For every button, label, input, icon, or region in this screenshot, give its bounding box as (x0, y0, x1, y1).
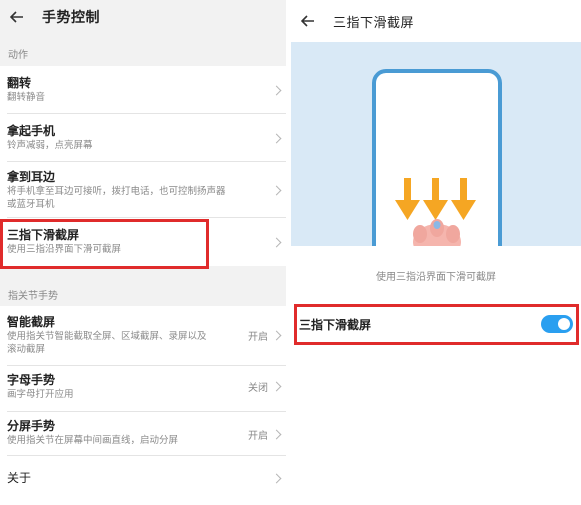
chevron-right-icon (271, 237, 282, 248)
back-arrow-icon[interactable] (301, 14, 315, 28)
description-text: 使用三指沿界面下滑可截屏 (376, 272, 496, 283)
item-title: 翻转 (7, 76, 32, 90)
chevron-right-icon (271, 473, 282, 484)
item-title: 拿起手机 (7, 124, 56, 138)
item-subtitle: 使用指关节在屏幕中间画直线，启动分屏 (7, 435, 179, 446)
item-title: 字母手势 (7, 373, 56, 387)
down-arrow-icon (451, 178, 476, 220)
item-subtitle-cont: 滚动截屏 (7, 344, 46, 355)
status-text: 开启 (248, 332, 268, 343)
down-arrow-icon (395, 178, 420, 220)
page-title: 三指下滑截屏 (333, 15, 415, 31)
gesture-control-screen: 手势控制 动作 翻转 翻转静音 拿起手机 铃声减弱，点亮屏幕 拿到耳边 将手机拿… (0, 0, 286, 505)
list-item-letter-gesture[interactable]: 字母手势 画字母打开应用 关闭 (0, 366, 286, 412)
item-title: 拿到耳边 (7, 170, 56, 184)
toggle-knob (558, 318, 570, 330)
list-item-raise-to-ear[interactable]: 拿到耳边 将手机拿至耳边可接听，拨打电话，也可控制扬声器 或蓝牙耳机 (0, 162, 286, 218)
section-label-actions: 动作 (8, 50, 28, 61)
item-subtitle: 使用指关节智能截取全屏、区域截屏、录屏以及 (7, 331, 207, 342)
chevron-right-icon (271, 330, 282, 341)
gesture-illustration (291, 42, 581, 246)
item-title: 分屏手势 (7, 419, 56, 433)
three-finger-screenshot-screen: 三指下滑截屏 使用三指沿界面下滑可截屏 三指下滑截屏 (291, 0, 581, 505)
item-subtitle-cont: 或蓝牙耳机 (7, 199, 55, 210)
chevron-right-icon (271, 381, 282, 392)
item-subtitle: 画字母打开应用 (7, 389, 74, 400)
list-item-pick-up[interactable]: 拿起手机 铃声减弱，点亮屏幕 (0, 114, 286, 162)
toggle-label: 三指下滑截屏 (299, 318, 372, 332)
down-arrow-icon (423, 178, 448, 220)
list-item-smart-screenshot[interactable]: 智能截屏 使用指关节智能截取全屏、区域截屏、录屏以及 滚动截屏 开启 (0, 306, 286, 366)
toggle-switch[interactable] (541, 315, 573, 333)
hand-icon (413, 219, 461, 246)
status-text: 关闭 (248, 383, 268, 394)
item-subtitle: 翻转静音 (7, 92, 46, 103)
page-title: 手势控制 (42, 10, 100, 26)
chevron-right-icon (271, 85, 282, 96)
list-item-about[interactable]: 关于 (0, 456, 286, 505)
chevron-right-icon (271, 133, 282, 144)
header: 三指下滑截屏 (291, 0, 581, 42)
section-label-knuckle: 指关节手势 (8, 291, 58, 302)
toggle-row-three-finger-screenshot: 三指下滑截屏 (291, 305, 581, 343)
chevron-right-icon (271, 429, 282, 440)
back-arrow-icon[interactable] (10, 10, 24, 24)
item-title: 关于 (7, 471, 32, 485)
header: 手势控制 (0, 0, 286, 34)
list-item-three-finger-screenshot[interactable]: 三指下滑截屏 使用三指沿界面下滑可截屏 (0, 218, 286, 266)
item-title: 三指下滑截屏 (7, 228, 80, 242)
chevron-right-icon (271, 185, 282, 196)
item-subtitle: 铃声减弱，点亮屏幕 (7, 140, 93, 151)
item-subtitle: 将手机拿至耳边可接听，拨打电话，也可控制扬声器 (7, 186, 226, 197)
hand-gesture-graphic (395, 178, 476, 246)
item-subtitle: 使用三指沿界面下滑可截屏 (7, 244, 122, 255)
list-item-flip[interactable]: 翻转 翻转静音 (0, 66, 286, 114)
status-text: 开启 (248, 431, 268, 442)
list-item-split-screen-gesture[interactable]: 分屏手势 使用指关节在屏幕中间画直线，启动分屏 开启 (0, 412, 286, 456)
item-title: 智能截屏 (7, 315, 56, 329)
